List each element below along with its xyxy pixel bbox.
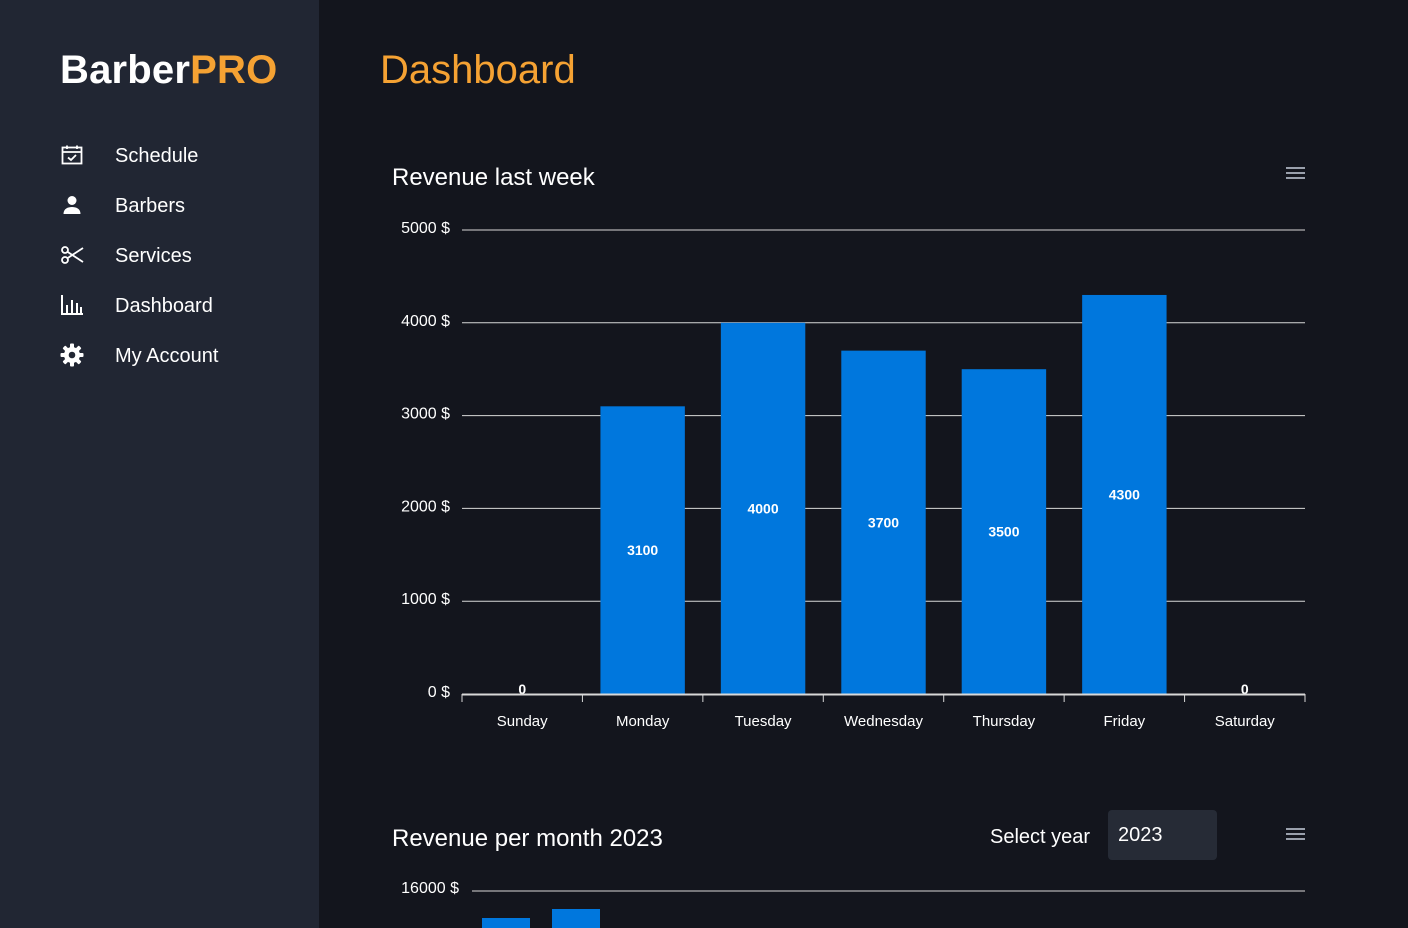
y-tick-label: 16000 $	[401, 880, 459, 897]
bar	[552, 909, 600, 928]
monthly-revenue-chart: 16000 $	[401, 880, 1305, 928]
bar	[482, 918, 530, 928]
